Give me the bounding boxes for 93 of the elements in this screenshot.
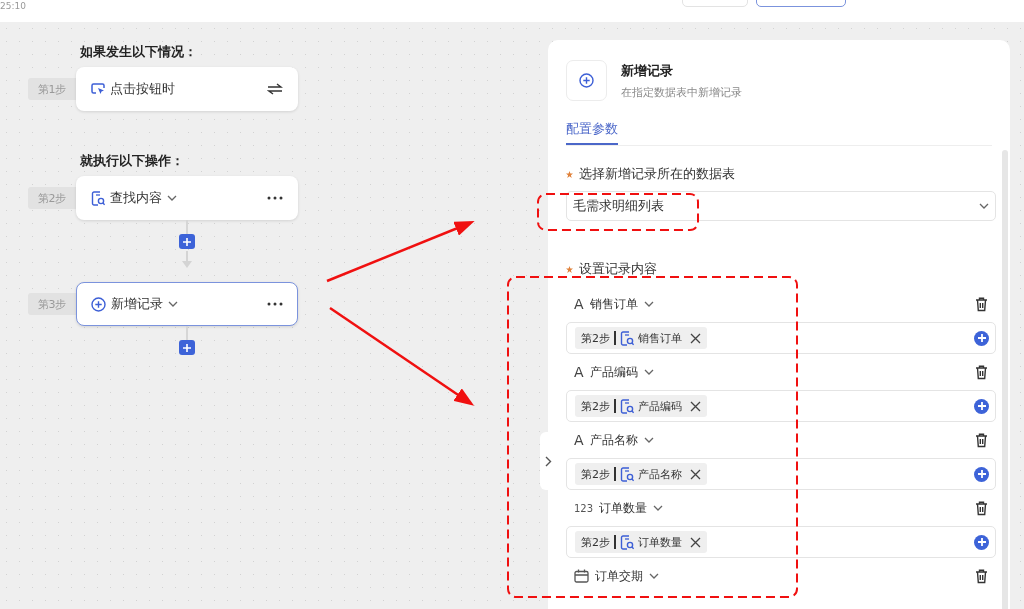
tag-field: 产品编码 [637, 398, 682, 414]
field-name: 订单交期 [595, 568, 643, 584]
plus-icon [977, 470, 986, 478]
insert-variable-button[interactable] [974, 466, 989, 482]
trash-icon [975, 568, 988, 584]
section-heading: 就执行以下操作： [80, 153, 185, 170]
delete-button[interactable] [975, 500, 988, 516]
trigger-label: 点击按钮时 [110, 80, 175, 98]
field-name-dropdown[interactable]: 订单交期 [574, 568, 659, 584]
table-select[interactable]: 毛需求明细列表 [566, 191, 996, 221]
trash-icon [975, 364, 988, 380]
action-card[interactable]: 新增记录 [76, 282, 298, 326]
tag-field: 销售订单 [637, 330, 682, 346]
trash-icon [975, 296, 988, 312]
chevron-down-icon [649, 573, 659, 579]
action-label: 新增记录 [111, 295, 163, 313]
field-name-dropdown[interactable]: 123 订单数量 [574, 500, 664, 516]
insert-variable-button[interactable] [974, 398, 989, 414]
value-field[interactable]: 第2步 产品编码 [566, 390, 996, 422]
tab[interactable]: 配置参数 [566, 121, 618, 145]
field-label: 选择新增记录所在的数据表 [579, 166, 735, 183]
section-heading: 如果发生以下情况： [80, 44, 198, 61]
chevron-down-icon [168, 301, 178, 307]
plus-icon [183, 237, 191, 246]
step-label: 第3步 [28, 293, 76, 315]
field-name: 订单数量 [599, 500, 648, 516]
chevron-down-icon [167, 195, 177, 201]
cursor-screen-icon [91, 82, 105, 96]
field-label: 设置记录内容 [579, 261, 657, 278]
chevron-down-icon [653, 505, 664, 511]
panel-subtitle: 在指定数据表中新增记录 [621, 84, 742, 100]
tag-field: 订单数量 [637, 534, 682, 550]
more-icon [267, 302, 283, 306]
scrollbar[interactable] [1002, 150, 1008, 609]
tag-step: 第2步 [581, 398, 610, 414]
add-step-button[interactable] [179, 340, 195, 355]
chevron-down-icon [643, 301, 654, 307]
delete-button[interactable] [975, 568, 988, 584]
chevron-down-icon [643, 437, 654, 443]
field-name-dropdown[interactable]: A 销售订单 [574, 296, 654, 312]
trash-icon [975, 432, 988, 448]
field-name: 产品名称 [589, 432, 638, 448]
field-name-dropdown[interactable]: A 产品编码 [574, 364, 654, 380]
field-name: 销售订单 [589, 296, 638, 312]
value-field[interactable]: 第2步 订单数量 [566, 526, 996, 558]
document-search-icon [619, 466, 634, 482]
tag-step: 第2步 [581, 534, 610, 550]
delete-button[interactable] [975, 296, 988, 312]
panel-title: 新增记录 [621, 61, 674, 80]
tag-step: 第2步 [581, 466, 610, 482]
value-field[interactable]: 第2步 产品名称 [566, 458, 996, 490]
close-icon [689, 332, 701, 344]
document-search-icon [619, 534, 634, 550]
plus-icon [977, 402, 986, 410]
close-icon [689, 536, 701, 548]
step-label: 第2步 [28, 187, 76, 209]
trash-icon [975, 500, 988, 516]
field-name: 产品编码 [589, 364, 638, 380]
action-label: 查找内容 [110, 189, 162, 207]
document-search-icon [619, 330, 634, 346]
close-icon [689, 468, 701, 480]
trigger-card[interactable]: 点击按钮时 [76, 67, 298, 111]
delete-button[interactable] [975, 364, 988, 380]
document-search-icon [619, 398, 634, 414]
value-field[interactable]: 第2步 销售订单 [566, 322, 996, 354]
time-text: 25:10 [0, 1, 26, 12]
plus-icon [977, 538, 986, 546]
chevron-down-icon [979, 203, 989, 209]
add-step-button[interactable] [179, 234, 195, 249]
insert-variable-button[interactable] [974, 534, 989, 550]
chevron-down-icon [643, 369, 654, 375]
tag-field: 产品名称 [637, 466, 682, 482]
more-icon [267, 196, 283, 200]
plus-icon [977, 334, 986, 342]
text-type-icon: A [574, 364, 584, 380]
plus-circle-icon [579, 73, 594, 88]
chevron-right-icon [544, 455, 552, 467]
tag-step: 第2步 [581, 330, 610, 346]
step-label: 第1步 [28, 78, 76, 100]
text-type-icon: A [574, 296, 584, 312]
plus-circle-icon [91, 296, 106, 312]
delete-button[interactable] [975, 432, 988, 448]
plus-icon [183, 343, 191, 352]
swap-icon [267, 83, 283, 95]
action-card[interactable]: 查找内容 [76, 176, 298, 220]
insert-variable-button[interactable] [974, 330, 989, 346]
close-icon [689, 400, 701, 412]
field-name-dropdown[interactable]: A 产品名称 [574, 432, 654, 448]
calendar-icon [574, 569, 589, 583]
number-type-icon: 123 [574, 502, 594, 514]
text-type-icon: A [574, 432, 584, 448]
document-search-icon [91, 190, 105, 206]
down-arrow-icon [181, 251, 193, 269]
